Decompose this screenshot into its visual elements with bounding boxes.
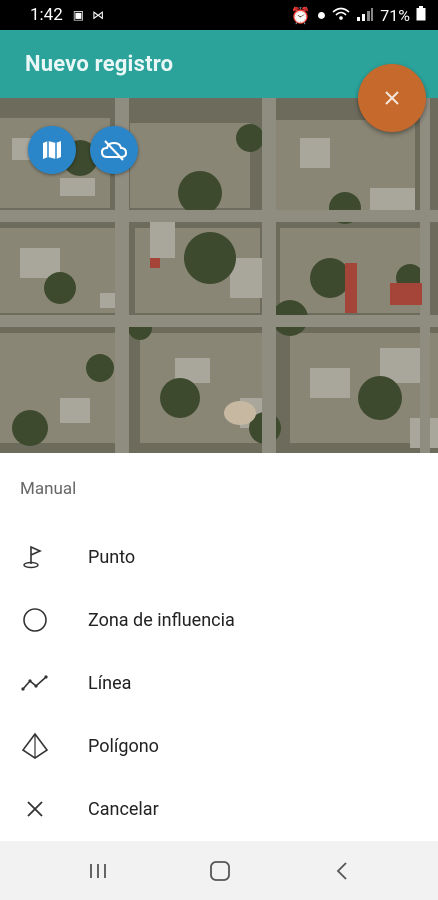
- menu-item-poligono[interactable]: Polígono: [0, 715, 438, 777]
- menu-item-linea[interactable]: Línea: [0, 652, 438, 714]
- home-button[interactable]: [200, 855, 240, 887]
- page-title: Nuevo registro: [25, 51, 174, 77]
- menu-item-cancelar[interactable]: Cancelar: [0, 778, 438, 840]
- cloud-off-icon: [100, 140, 128, 161]
- notification-icons: ▣ ⋈: [73, 8, 104, 22]
- menu-item-label: Línea: [88, 672, 132, 694]
- menu-item-punto[interactable]: Punto: [0, 526, 438, 588]
- signal-icon: [356, 6, 374, 25]
- recents-icon: [90, 864, 106, 878]
- bottom-sheet: Manual Punto Zona de influencia Línea Po…: [0, 453, 438, 841]
- battery-icon: [416, 5, 426, 25]
- polygon-icon: [20, 731, 50, 761]
- menu-item-zona-influencia[interactable]: Zona de influencia: [0, 589, 438, 651]
- location-icon: ●: [316, 5, 327, 24]
- gmail-icon: ⋈: [92, 8, 105, 22]
- close-fab-button[interactable]: [358, 64, 426, 132]
- status-time: 1:42: [30, 5, 63, 25]
- section-title: Manual: [20, 479, 77, 499]
- close-icon: [20, 794, 50, 824]
- map-icon: [43, 141, 61, 159]
- alarm-icon: ⏰: [290, 5, 311, 25]
- back-button[interactable]: [322, 855, 362, 887]
- status-bar: 1:42 ▣ ⋈ ⏰ ● 71%: [0, 0, 438, 30]
- circle-icon: [20, 605, 50, 635]
- polyline-icon: [20, 668, 50, 698]
- battery-percent: 71%: [380, 5, 410, 25]
- menu-item-label: Cancelar: [88, 798, 159, 820]
- close-icon: [385, 91, 399, 105]
- status-right: ⏰ ● 71%: [291, 5, 426, 25]
- menu-item-label: Punto: [88, 546, 136, 568]
- recent-apps-button[interactable]: [78, 855, 118, 887]
- back-icon: [336, 862, 347, 880]
- menu-item-label: Zona de influencia: [88, 609, 235, 631]
- system-nav-bar: [0, 841, 438, 900]
- notification-icon: ▣: [72, 8, 85, 22]
- offline-button[interactable]: [90, 126, 138, 174]
- flag-point-icon: [20, 542, 50, 572]
- menu-item-label: Polígono: [88, 735, 159, 757]
- map-layers-button[interactable]: [28, 126, 76, 174]
- wifi-icon: [332, 6, 350, 25]
- map-view[interactable]: [0, 98, 438, 453]
- home-icon: [210, 861, 230, 881]
